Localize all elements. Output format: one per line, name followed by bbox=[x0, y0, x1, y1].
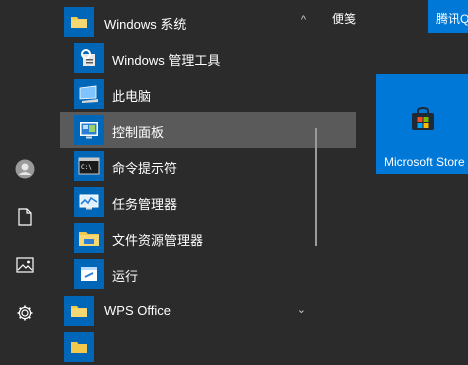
scrollbar[interactable] bbox=[315, 128, 317, 246]
tencent-tile-label: 腾讯Q bbox=[436, 12, 468, 26]
group-wps-office[interactable]: WPS Office ⌄ bbox=[50, 293, 318, 329]
folder-icon bbox=[64, 296, 94, 326]
group-label: WPS Office bbox=[104, 303, 171, 318]
list-item-admin-tools[interactable]: Windows 管理工具 bbox=[50, 40, 318, 76]
avatar bbox=[15, 159, 35, 179]
run-icon bbox=[74, 259, 104, 289]
list-item-label: 运行 bbox=[112, 269, 139, 284]
list-item-control-panel[interactable]: 控制面板 bbox=[60, 112, 356, 148]
group-label: Windows 系统 bbox=[104, 17, 187, 32]
file-explorer-icon bbox=[74, 223, 104, 253]
admin-tools-icon bbox=[74, 43, 104, 73]
tencent-qq-tile[interactable]: 腾讯Q bbox=[428, 0, 468, 33]
document-icon bbox=[18, 208, 32, 226]
list-item-task-manager[interactable]: 任务管理器 bbox=[50, 184, 318, 220]
command-prompt-icon: C:\ bbox=[74, 151, 104, 181]
list-item-label: 此电脑 bbox=[112, 89, 152, 104]
list-item-label: 文件资源管理器 bbox=[112, 233, 204, 248]
folder-icon bbox=[64, 7, 94, 37]
pictures-icon bbox=[16, 257, 34, 273]
sticky-notes-tile-label[interactable]: 便笺 bbox=[332, 10, 356, 27]
list-item-label: Windows 管理工具 bbox=[112, 53, 221, 68]
folder-icon bbox=[64, 332, 94, 362]
gear-icon bbox=[17, 305, 33, 321]
start-rail bbox=[0, 0, 50, 340]
settings-button[interactable] bbox=[6, 296, 44, 330]
control-panel-icon bbox=[74, 115, 104, 145]
group-windows-system[interactable]: Windows 系统 ^ bbox=[50, 4, 318, 40]
list-item-run[interactable]: 运行 bbox=[50, 256, 318, 292]
chevron-down-icon[interactable]: ⌄ bbox=[297, 303, 306, 316]
chevron-up-icon[interactable]: ^ bbox=[301, 14, 306, 26]
documents-button[interactable] bbox=[6, 200, 44, 234]
pictures-button[interactable] bbox=[6, 248, 44, 282]
user-avatar-button[interactable] bbox=[6, 152, 44, 186]
list-item-command-prompt[interactable]: C:\ 命令提示符 bbox=[50, 148, 318, 184]
list-item-this-pc[interactable]: 此电脑 bbox=[50, 76, 318, 112]
list-item-label: 任务管理器 bbox=[112, 197, 178, 212]
list-item-label: 命令提示符 bbox=[112, 161, 178, 176]
store-tile-label: Microsoft Store bbox=[384, 155, 465, 169]
app-list: Windows 系统 ^ Windows 管理工具 此电脑 控制面板 C:\ 命… bbox=[50, 0, 356, 362]
svg-text:C:\: C:\ bbox=[81, 164, 92, 171]
computer-icon bbox=[74, 79, 104, 109]
group-next[interactable] bbox=[50, 329, 318, 365]
microsoft-store-tile[interactable]: Microsoft Store bbox=[376, 74, 468, 174]
task-manager-icon bbox=[74, 187, 104, 217]
list-item-label: 控制面板 bbox=[112, 125, 165, 140]
store-bag-icon bbox=[410, 106, 436, 137]
list-item-file-explorer[interactable]: 文件资源管理器 bbox=[50, 220, 318, 256]
